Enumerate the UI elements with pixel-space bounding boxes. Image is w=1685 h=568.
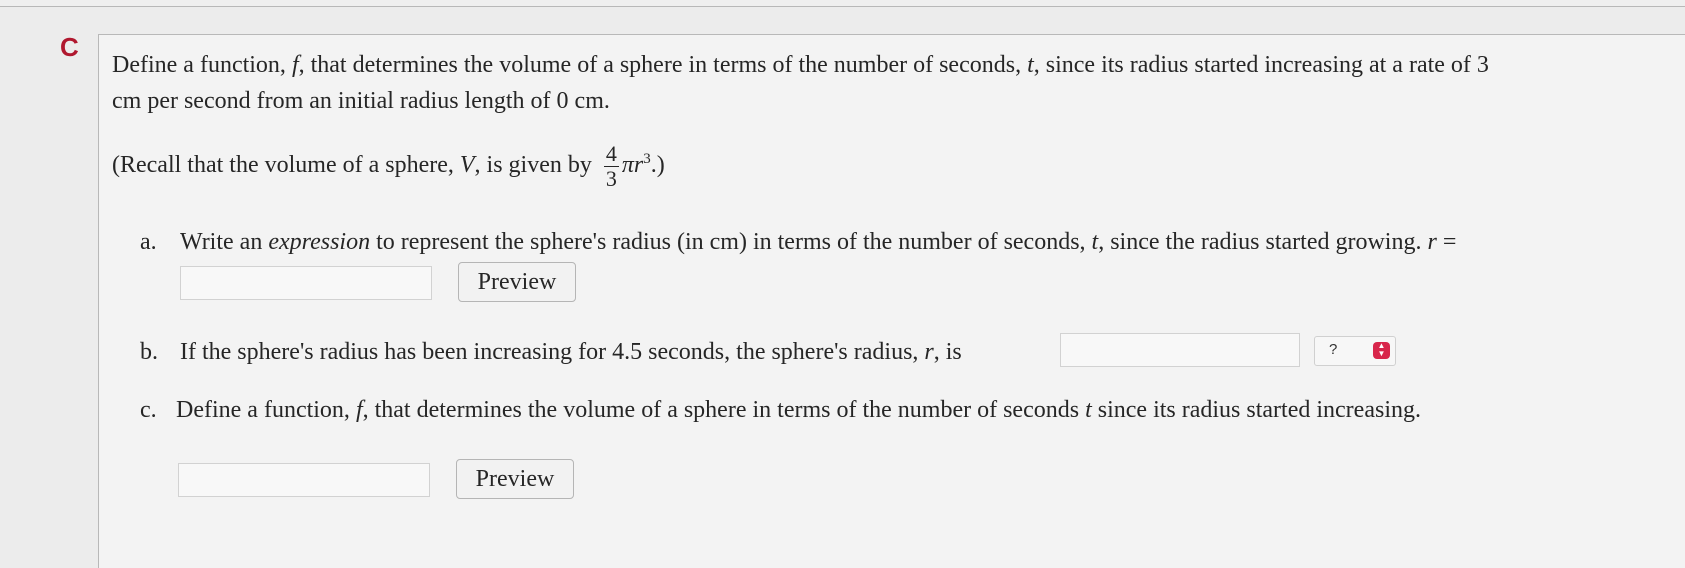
part-b-text: If the sphere's radius has been increasi… [180, 339, 962, 365]
part-c-text: Define a function, f, that determines th… [176, 397, 1421, 423]
recall-formula: (Recall that the volume of a sphere, V, … [112, 141, 665, 191]
page: C Define a function, f, that determines … [0, 0, 1685, 568]
part-c-answer-input[interactable] [178, 463, 430, 497]
part-a-preview-button[interactable]: Preview [458, 262, 576, 302]
top-divider [0, 0, 1685, 7]
part-c-label: c. [140, 397, 157, 423]
part-b-unit-select[interactable]: ? ▲ ▼ [1314, 336, 1396, 366]
select-arrows-icon: ▲ ▼ [1373, 342, 1390, 359]
question-marker-icon: C [60, 32, 79, 62]
fraction-four-thirds: 43 [603, 141, 619, 191]
question-intro-line1: Define a function, f, that determines th… [112, 52, 1489, 78]
part-a-answer-input[interactable] [180, 266, 432, 300]
part-b-select-value: ? [1329, 341, 1338, 358]
part-a-label: a. [140, 229, 157, 255]
question-intro-line2: cm per second from an initial radius len… [112, 88, 610, 114]
part-b-answer-input[interactable] [1060, 333, 1300, 367]
part-c-preview-button[interactable]: Preview [456, 459, 574, 499]
part-b-label: b. [140, 339, 158, 365]
part-a-text: Write an expression to represent the sph… [180, 229, 1457, 255]
